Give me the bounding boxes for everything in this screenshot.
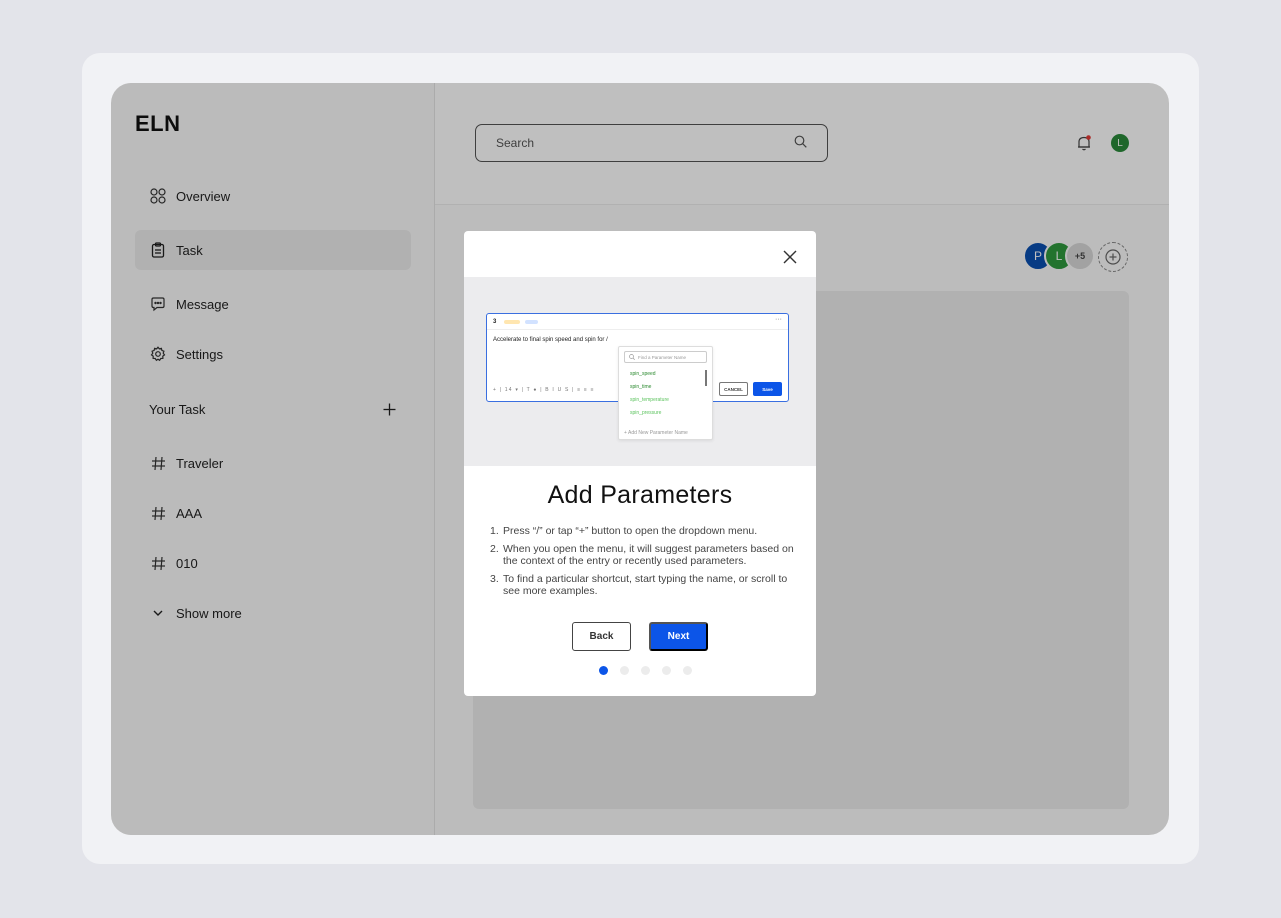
- preview-entry-number: 3: [493, 319, 497, 325]
- preview-toolbar: + | 14 ▾ | T ● | B I U S | ≡ ≡ ≡: [493, 387, 595, 393]
- pagination-dot[interactable]: [662, 666, 671, 675]
- preview-dropdown-search: Find a Parameter Name: [624, 351, 707, 363]
- pagination-dot[interactable]: [620, 666, 629, 675]
- preview-dropdown-placeholder: Find a Parameter Name: [638, 354, 687, 360]
- preview-dropdown-item: spin_speed: [630, 371, 656, 377]
- modal-title: Add Parameters: [547, 481, 733, 509]
- preview-dropdown-item: spin_pressure: [630, 410, 662, 416]
- preview-tag: [525, 320, 538, 324]
- preview-dropdown-item: spin_time: [630, 384, 652, 390]
- step-text: To find a particular shortcut, start typ…: [503, 573, 788, 597]
- back-button[interactable]: Back: [572, 622, 631, 651]
- pagination-dots: [599, 666, 704, 675]
- step-number: 2.: [490, 543, 499, 555]
- pagination-dot[interactable]: [683, 666, 692, 675]
- close-icon[interactable]: [782, 249, 798, 265]
- preview-save-button: Save: [753, 382, 782, 396]
- instruction-list: 1. Press “/” or tap “+” button to open th…: [490, 525, 796, 603]
- step-number: 1.: [490, 525, 499, 537]
- feature-preview-image: 3 ··· Accelerate to final spin speed and…: [464, 277, 816, 466]
- step-text: When you open the menu, it will suggest …: [503, 543, 794, 567]
- preview-tag: [504, 320, 520, 324]
- step-number: 3.: [490, 573, 499, 585]
- preview-dropdown-item: spin_temperature: [630, 397, 669, 403]
- pagination-dot[interactable]: [641, 666, 650, 675]
- preview-entry-text: Accelerate to final spin speed and spin …: [493, 337, 608, 343]
- step-text: Press “/” or tap “+” button to open the …: [503, 525, 758, 537]
- preview-dropdown-add-label: Add New Parameter Name: [628, 430, 688, 436]
- divider: [487, 329, 788, 330]
- preview-parameter-dropdown: Find a Parameter Name spin_speed spin_ti…: [618, 346, 713, 440]
- pagination-dot-active[interactable]: [599, 666, 608, 675]
- preview-scrollbar: [705, 370, 707, 386]
- list-item: 1. Press “/” or tap “+” button to open th…: [490, 525, 796, 537]
- preview-dropdown-add: + Add New Parameter Name: [624, 430, 688, 436]
- onboarding-modal: 3 ··· Accelerate to final spin speed and…: [464, 231, 816, 696]
- list-item: 2. When you open the menu, it will sugges…: [490, 543, 796, 567]
- next-button[interactable]: Next: [649, 622, 708, 651]
- preview-cancel-button: CANCEL: [719, 382, 748, 396]
- list-item: 3. To find a particular shortcut, start t…: [490, 573, 796, 597]
- more-icon: ···: [775, 316, 782, 323]
